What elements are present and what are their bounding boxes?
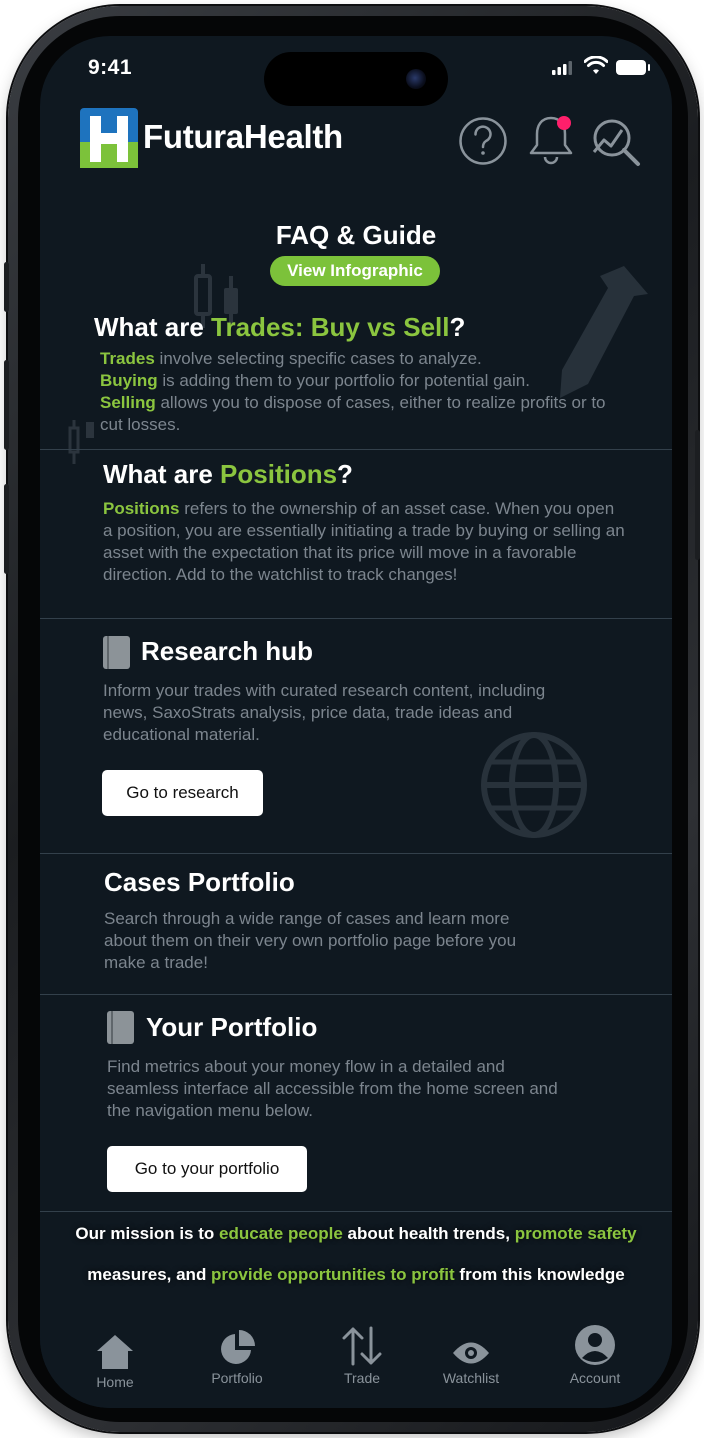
- mission-highlight: promote safety: [514, 1224, 637, 1243]
- account-icon: [575, 1325, 615, 1365]
- tab-watchlist-label: Watchlist: [442, 1370, 500, 1386]
- volume-down-button: [4, 484, 9, 574]
- research-hub-description: Inform your trades with curated research…: [103, 681, 546, 744]
- positions-heading-highlight: Positions: [220, 459, 338, 489]
- mission-statement-line1: Our mission is to educate people about h…: [40, 1224, 672, 1244]
- dynamic-island: [264, 52, 448, 106]
- cases-portfolio-title: Cases Portfolio: [104, 867, 295, 897]
- trades-heading-prefix: What are: [94, 312, 212, 342]
- go-to-your-portfolio-button[interactable]: Go to your portfolio: [107, 1146, 307, 1192]
- bottom-tab-bar: Home Portfolio Trade Watchlist Account: [40, 1304, 672, 1408]
- up-down-arrows-icon: [342, 1326, 382, 1366]
- mission-text: Our mission is to: [75, 1224, 220, 1243]
- home-icon: [97, 1335, 133, 1369]
- volume-up-button: [4, 360, 9, 450]
- buying-text: is adding them to your portfolio for pot…: [157, 371, 530, 390]
- tab-home-label: Home: [96, 1374, 134, 1390]
- status-time: 9:41: [88, 56, 133, 79]
- trades-term: Trades: [100, 349, 155, 368]
- search-analytics-icon[interactable]: [590, 116, 642, 168]
- your-portfolio-description: Find metrics about your money flow in a …: [107, 1057, 558, 1120]
- trades-heading-suffix: ?: [449, 312, 466, 342]
- book-icon: [107, 1011, 134, 1044]
- cases-portfolio-description: Search through a wide range of cases and…: [104, 909, 517, 972]
- go-to-research-button[interactable]: Go to research: [102, 770, 263, 816]
- tab-account[interactable]: Account: [540, 1324, 650, 1386]
- power-button: [695, 430, 700, 560]
- eye-icon: [453, 1342, 489, 1364]
- positions-heading-prefix: What are: [103, 459, 221, 489]
- divider: [40, 853, 672, 854]
- futurahealth-logo: [80, 108, 138, 168]
- faq-title: FAQ & Guide: [275, 220, 437, 250]
- pie-chart-icon: [221, 1330, 255, 1364]
- trades-description: Trades involve selecting specific cases …: [100, 348, 630, 436]
- selling-text: allows you to dispose of cases, either t…: [100, 393, 606, 434]
- candlestick-small-decoration: [68, 420, 94, 464]
- notification-bell-icon[interactable]: [526, 112, 576, 168]
- front-camera: [406, 69, 426, 89]
- app-screen: 9:41 FuturaHealth FAQ & Guide View Infog…: [40, 36, 672, 1408]
- trades-heading: What are Trades: Buy vs Sell?: [94, 312, 465, 343]
- mission-statement-line2: measures, and provide opportunities to p…: [40, 1265, 672, 1285]
- mission-highlight: provide opportunities to profit: [211, 1265, 455, 1284]
- divider: [40, 994, 672, 995]
- positions-heading: What are Positions?: [103, 459, 353, 490]
- help-icon[interactable]: [458, 116, 508, 166]
- buying-term: Buying: [100, 371, 158, 390]
- tab-portfolio-label: Portfolio: [211, 1370, 263, 1386]
- trades-text: involve selecting specific cases to anal…: [154, 349, 482, 368]
- cellular-signal-icon: [552, 61, 572, 75]
- divider: [40, 449, 672, 450]
- divider: [40, 618, 672, 619]
- selling-term: Selling: [100, 393, 156, 412]
- trades-heading-highlight: Trades: Buy vs Sell: [211, 312, 450, 342]
- mission-text: measures, and: [87, 1265, 212, 1284]
- tab-watchlist[interactable]: Watchlist: [416, 1324, 526, 1386]
- action-button: [4, 262, 9, 312]
- brand-name: FuturaHealth: [143, 118, 343, 155]
- tab-trade-label: Trade: [343, 1370, 381, 1386]
- positions-heading-suffix: ?: [337, 459, 353, 489]
- tab-portfolio[interactable]: Portfolio: [182, 1324, 292, 1386]
- tab-home[interactable]: Home: [60, 1328, 170, 1390]
- globe-decoration: [481, 732, 587, 838]
- divider: [40, 1211, 672, 1212]
- view-infographic-button[interactable]: View Infographic: [270, 256, 440, 286]
- tab-trade[interactable]: Trade: [307, 1324, 417, 1386]
- positions-term: Positions: [103, 499, 180, 518]
- positions-description: Positions refers to the ownership of an …: [103, 498, 627, 586]
- book-icon: [103, 636, 130, 669]
- mission-text: from this knowledge: [454, 1265, 625, 1284]
- your-portfolio-title: Your Portfolio: [146, 1012, 318, 1042]
- battery-icon: [616, 60, 650, 75]
- research-hub-title: Research hub: [141, 636, 313, 666]
- notification-dot: [557, 116, 571, 130]
- mission-text: about health trends,: [342, 1224, 515, 1243]
- mission-highlight: educate people: [219, 1224, 343, 1243]
- tab-account-label: Account: [569, 1370, 621, 1386]
- positions-text: refers to the ownership of an asset case…: [103, 499, 625, 584]
- wifi-icon: [584, 56, 608, 74]
